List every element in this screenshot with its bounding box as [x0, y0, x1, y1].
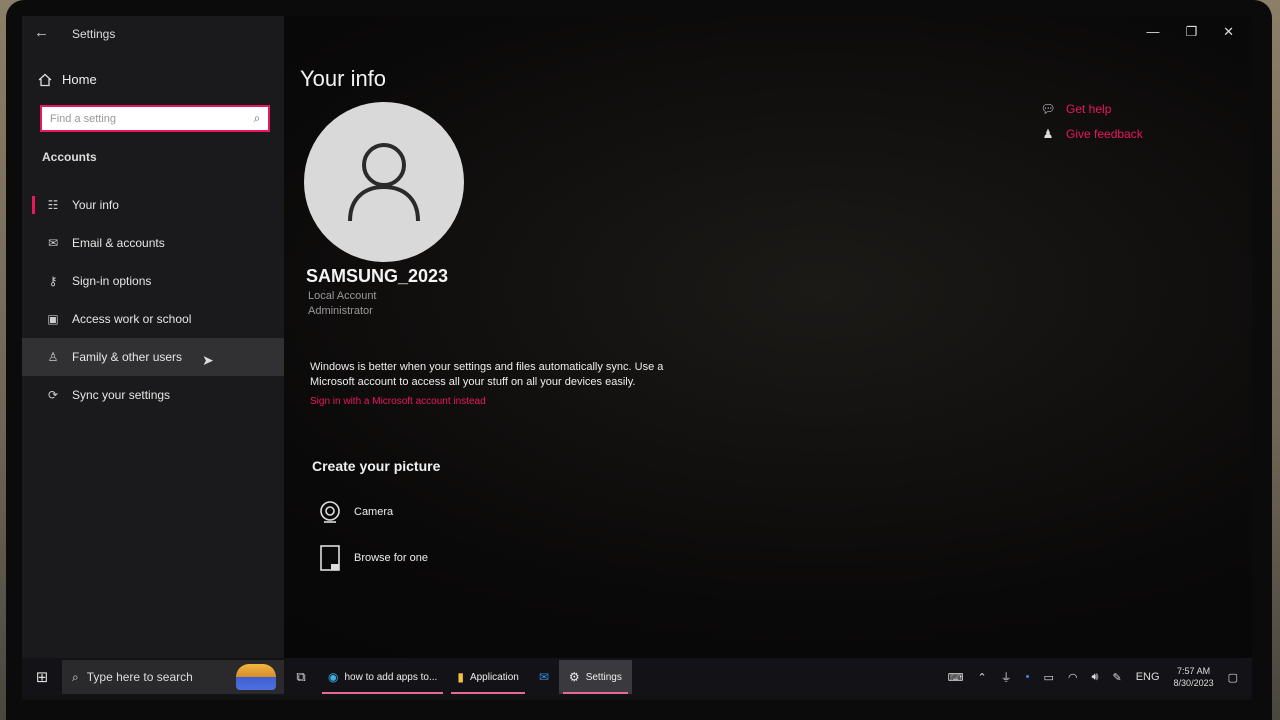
taskbar-app-mail[interactable]: ✉	[529, 660, 559, 694]
sidebar-item-label: Sync your settings	[72, 388, 171, 402]
sync-message: Windows is better when your settings and…	[310, 361, 664, 388]
person-plus-icon: ♙	[47, 350, 59, 364]
sync-icon: ⟳	[47, 388, 59, 402]
restore-icon[interactable]: ❐	[1185, 24, 1197, 40]
search-highlight-icon	[236, 664, 276, 690]
feedback-person-icon: ♟	[1042, 127, 1054, 141]
find-setting-search[interactable]: ⌕	[40, 105, 270, 132]
pen-icon[interactable]: ✎	[1112, 671, 1121, 684]
wifi-icon[interactable]: ◠	[1068, 671, 1078, 684]
microsoft-sign-in-link[interactable]: Sign in with a Microsoft account instead	[310, 396, 486, 407]
give-feedback-link[interactable]: ♟ Give feedback	[1040, 127, 1143, 141]
chat-help-icon: 💬︎	[1040, 102, 1056, 116]
bluetooth-dot-icon[interactable]: •	[1026, 671, 1030, 683]
create-picture-heading: Create your picture	[312, 458, 441, 474]
your-info-page: — ❐ ✕ Your info SAMSUNG_2023 Local Accou…	[284, 16, 1252, 658]
accounts-nav: ☷ Your info ✉ Email & accounts ⚷ Sign-in…	[22, 186, 284, 414]
edge-icon: ◉	[328, 670, 339, 684]
mouse-cursor-icon: ➤	[202, 352, 214, 368]
taskbar-app-label: how to add apps to...	[344, 671, 438, 683]
clock-time: 7:57 AM	[1177, 666, 1211, 676]
notification-icon[interactable]: ▢	[1228, 671, 1238, 684]
user-silhouette-icon	[348, 143, 420, 222]
sidebar-item-label: Sign-in options	[72, 274, 152, 288]
person-card-icon: ☷	[47, 198, 59, 212]
taskbar-app-label: Settings	[585, 671, 622, 683]
keyboard-icon[interactable]: ⌨	[948, 671, 964, 684]
minimize-icon[interactable]: —	[1146, 24, 1159, 40]
home-nav-item[interactable]: Home	[38, 72, 97, 87]
taskbar-search[interactable]: ⌕ Type here to search	[62, 660, 284, 694]
sidebar-item-sync-settings[interactable]: ⟳ Sync your settings	[22, 376, 284, 414]
mail-icon: ✉	[47, 236, 59, 250]
window-controls: — ❐ ✕	[1146, 24, 1234, 40]
browse-label: Browse for one	[354, 552, 428, 564]
avatar	[304, 102, 464, 262]
get-help-link[interactable]: 💬︎ Get help	[1040, 102, 1111, 116]
settings-gear-icon: ⚙	[568, 670, 580, 684]
sidebar-item-label: Email & accounts	[72, 236, 165, 250]
mail-app-icon: ✉	[538, 670, 549, 684]
home-label: Home	[62, 72, 97, 87]
get-help-label: Get help	[1066, 102, 1112, 116]
camera-label: Camera	[354, 506, 394, 518]
sidebar-item-your-info[interactable]: ☷ Your info	[22, 186, 284, 224]
search-icon: ⌕	[72, 669, 79, 684]
screen: ← Settings Home ⌕ Accounts ☷ Your info ✉…	[22, 16, 1252, 700]
volume-icon[interactable]: 🔊︎	[1092, 671, 1099, 684]
section-label-accounts: Accounts	[42, 150, 97, 164]
chevron-up-icon[interactable]: ⌃	[977, 671, 986, 684]
browse-option[interactable]: Browse for one	[318, 544, 428, 572]
screen-bottom-edge	[22, 696, 1252, 700]
system-tray: ⌨ ⌃ ⏚ • ▭ ◠ 🔊︎ ✎ ENG 7:57 AM 8/30/2023 ▢	[948, 665, 1252, 689]
close-icon[interactable]: ✕	[1223, 24, 1234, 40]
taskbar-search-placeholder: Type here to search	[86, 670, 193, 684]
browse-file-icon	[320, 545, 340, 571]
folder-icon: ▮	[457, 670, 464, 684]
sidebar-item-label: Family & other users	[72, 350, 183, 364]
sidebar-item-access-work-school[interactable]: ▣ Access work or school	[22, 300, 284, 338]
task-view-icon[interactable]: ⧉	[284, 669, 318, 685]
camera-option[interactable]: Camera	[318, 500, 393, 524]
windows-start-icon[interactable]: ⊞	[22, 668, 62, 686]
clock-date: 8/30/2023	[1173, 678, 1214, 688]
sidebar-item-email-accounts[interactable]: ✉ Email & accounts	[22, 224, 284, 262]
give-feedback-label: Give feedback	[1066, 127, 1143, 141]
taskbar-app-explorer[interactable]: ▮ Application	[447, 660, 529, 694]
search-input[interactable]	[42, 112, 246, 125]
taskbar: ⊞ ⌕ Type here to search ⧉ ◉ how to add a…	[22, 658, 1252, 696]
briefcase-icon: ▣	[47, 312, 59, 326]
app-title: Settings	[72, 27, 116, 41]
settings-sidebar: ← Settings Home ⌕ Accounts ☷ Your info ✉…	[22, 16, 284, 658]
back-arrow-icon[interactable]: ←	[34, 24, 49, 41]
search-icon[interactable]: ⌕	[246, 111, 268, 126]
key-icon: ⚷	[48, 274, 58, 288]
account-role: Administrator	[308, 305, 373, 317]
sidebar-item-family-other-users[interactable]: ♙ Family & other users	[22, 338, 284, 376]
sidebar-item-label: Access work or school	[72, 312, 192, 326]
home-icon	[38, 73, 52, 86]
battery-icon[interactable]: ▭	[1044, 671, 1054, 684]
usb-icon[interactable]: ⏚	[1001, 669, 1012, 685]
account-type: Local Account	[308, 290, 377, 302]
taskbar-app-edge[interactable]: ◉ how to add apps to...	[318, 660, 447, 694]
sidebar-item-sign-in-options[interactable]: ⚷ Sign-in options	[22, 262, 284, 300]
taskbar-app-settings[interactable]: ⚙ Settings	[558, 660, 632, 694]
sidebar-item-label: Your info	[72, 198, 119, 212]
language-indicator[interactable]: ENG	[1136, 671, 1160, 683]
camera-icon	[320, 501, 340, 523]
user-name: SAMSUNG_2023	[306, 266, 449, 286]
clock[interactable]: 7:57 AM 8/30/2023	[1174, 665, 1214, 689]
page-title: Your info	[300, 66, 387, 91]
taskbar-app-label: Application	[469, 671, 519, 683]
